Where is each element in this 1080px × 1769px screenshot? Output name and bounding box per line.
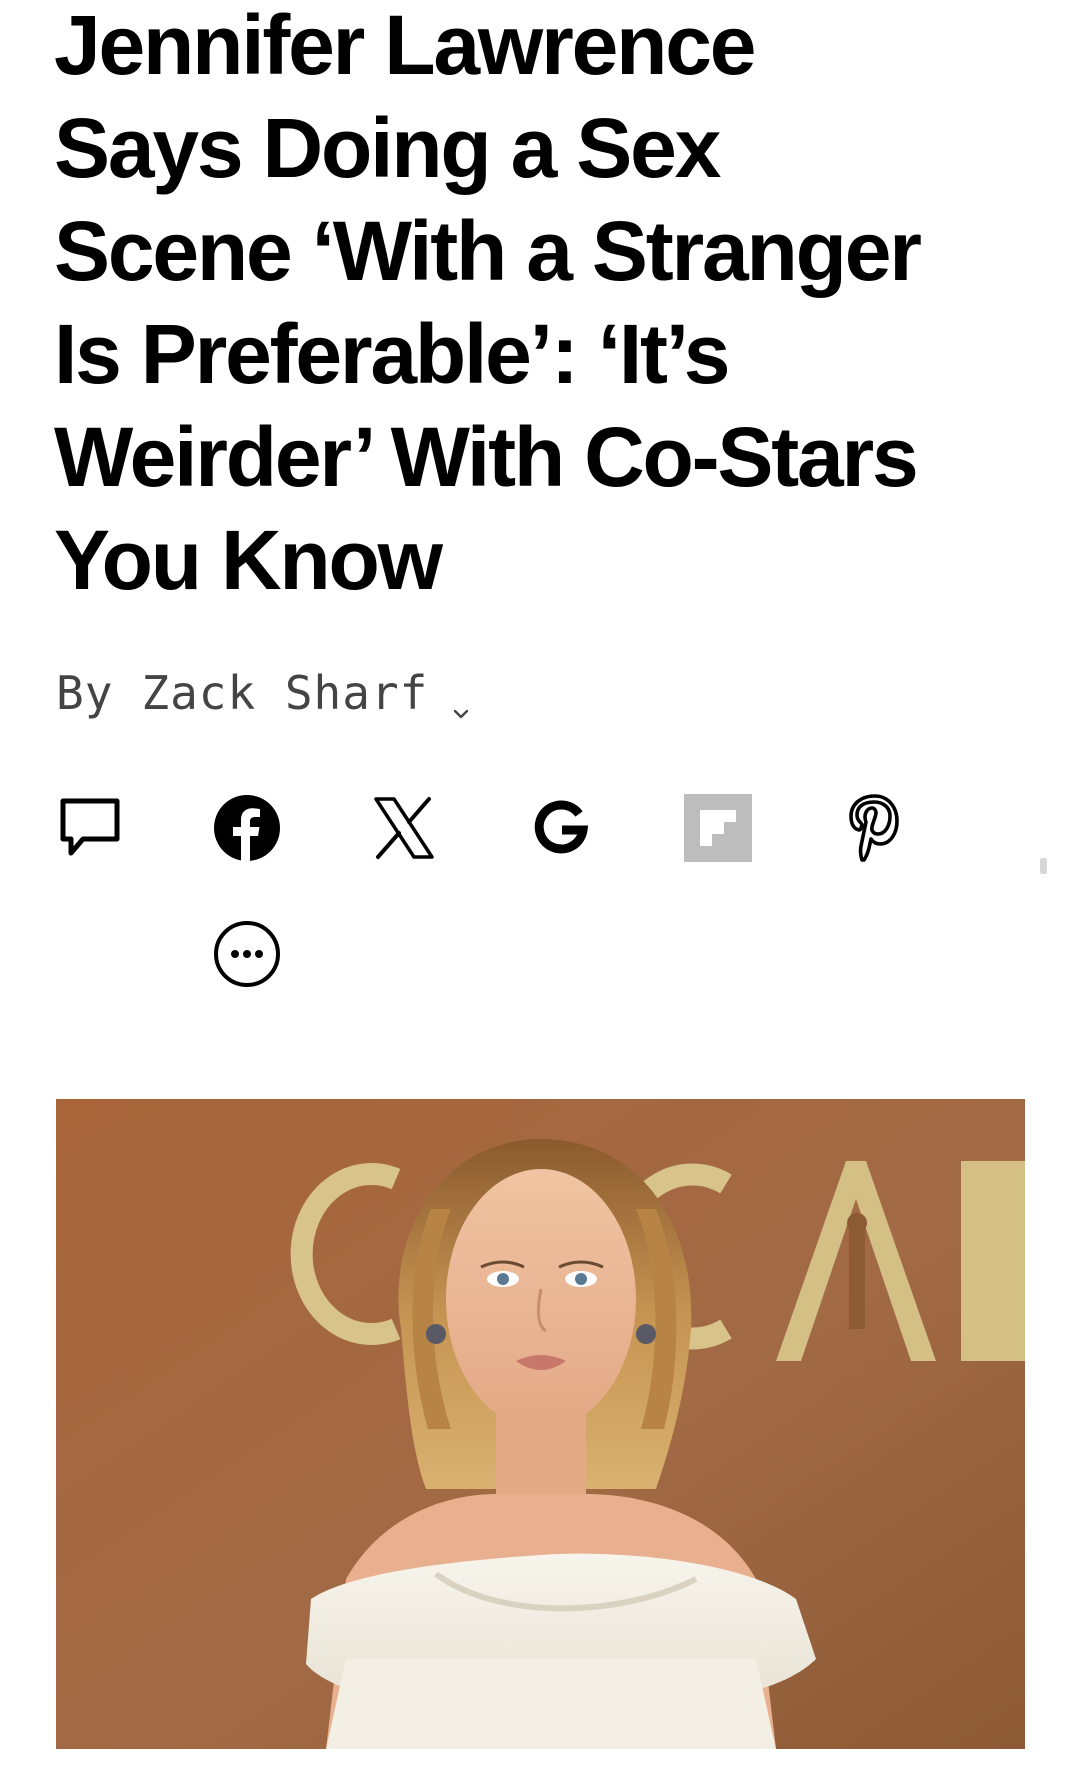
headline-line: Is Preferable’: ‘It’s [54,307,731,401]
google-icon [531,798,591,858]
comment-icon [57,795,123,861]
pinterest-share-button[interactable] [839,792,911,864]
comment-button[interactable] [54,792,126,864]
pinterest-icon [845,794,905,862]
more-share-options-button[interactable] [211,918,283,990]
chevron-down-icon[interactable] [450,682,472,719]
author-byline[interactable]: By Zack Sharf [56,666,472,720]
article-headline: Jennifer Lawrence Says Doing a Sex Scene… [54,0,1044,612]
byline-prefix: By [56,666,114,720]
headline-line: Says Doing a Sex [54,101,721,195]
headline-line: Jennifer Lawrence [54,0,756,92]
google-share-button[interactable] [525,792,597,864]
flipboard-share-button[interactable] [682,792,754,864]
scroll-indicator[interactable] [1040,858,1047,874]
x-icon [372,796,436,860]
facebook-share-button[interactable] [211,792,283,864]
headline-line: Weirder’ With Co-Stars [54,410,919,504]
hero-image [56,1099,1025,1749]
flipboard-icon [684,794,752,862]
x-share-button[interactable] [368,792,440,864]
headline-line: Scene ‘With a Stranger [54,204,922,298]
share-bar [54,792,954,987]
facebook-icon [213,794,281,862]
author-name[interactable]: Zack Sharf [141,666,428,720]
headline-line: You Know [54,513,443,607]
more-icon [213,920,281,988]
